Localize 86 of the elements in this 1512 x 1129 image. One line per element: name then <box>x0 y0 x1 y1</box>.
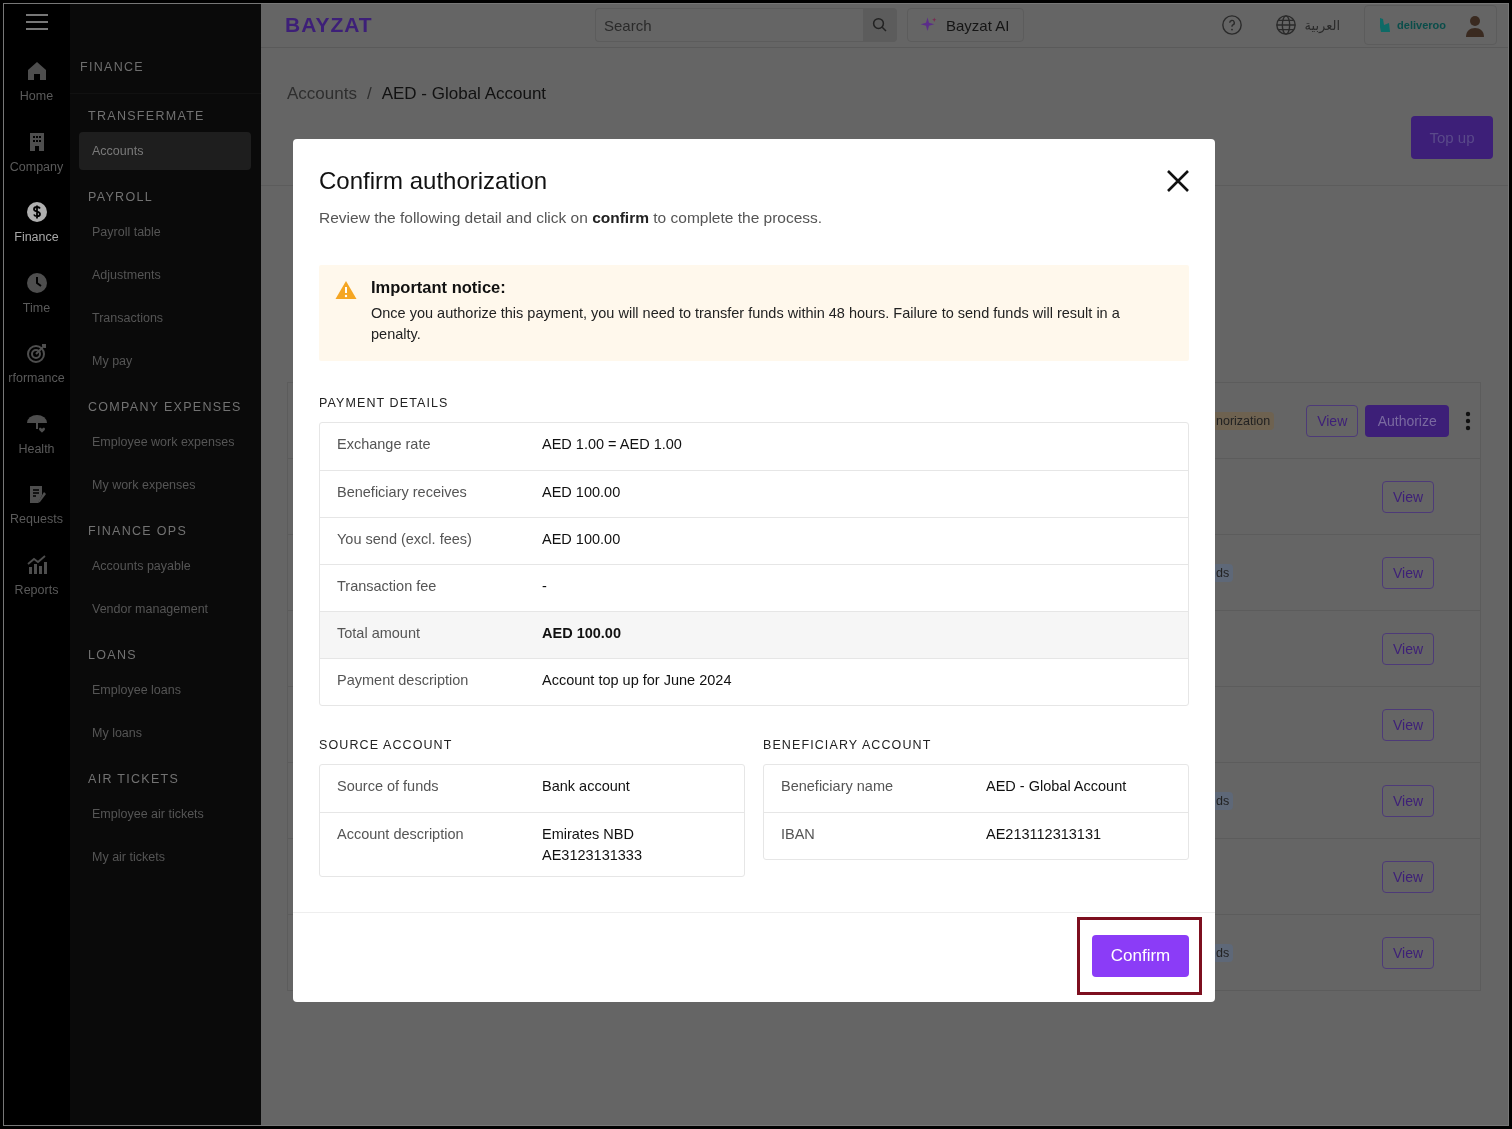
view-button[interactable]: View <box>1382 480 1434 513</box>
breadcrumb-link[interactable]: Accounts <box>287 84 357 104</box>
avatar-icon <box>1464 13 1486 37</box>
view-button[interactable]: View <box>1382 860 1434 893</box>
dialog-title: Confirm authorization <box>319 167 548 195</box>
rail-item[interactable]: rformance <box>3 341 70 412</box>
detail-label: Beneficiary name <box>781 777 895 796</box>
rail-item[interactable]: Finance <box>3 200 70 271</box>
warning-icon <box>335 280 357 300</box>
nav-item[interactable]: Vendor management <box>79 590 251 628</box>
status-chip: norization <box>1212 411 1275 430</box>
detail-label: Source of funds <box>337 777 440 796</box>
sparkle-icon <box>920 16 938 34</box>
nav-item[interactable]: Accounts payable <box>79 547 251 585</box>
rail-item[interactable]: Company <box>3 129 70 200</box>
nav-heading: AIR TICKETS <box>87 771 181 788</box>
nav-item[interactable]: My air tickets <box>79 838 251 876</box>
notice-title: Important notice: <box>371 278 507 297</box>
nav-heading: COMPANY EXPENSES <box>87 399 243 416</box>
view-button[interactable]: View <box>1382 936 1434 969</box>
rail-item[interactable]: Reports <box>3 552 70 623</box>
breadcrumb-separator: / <box>366 84 372 104</box>
dialog-subtitle: Review the following detail and click on confirm to complete the process. <box>319 209 824 227</box>
nav-item[interactable]: Employee work expenses <box>79 423 251 461</box>
company-switcher[interactable]: deliveroo <box>1364 5 1497 45</box>
rail-item[interactable]: Time <box>3 270 70 341</box>
detail-value: AED - Global Account <box>986 777 1127 796</box>
detail-value: Account top up for June 2024 <box>542 671 732 690</box>
menu-icon <box>25 13 48 31</box>
nav-heading: FINANCE OPS <box>87 523 189 540</box>
nav-title: FINANCE <box>70 3 261 94</box>
authorize-button[interactable]: Authorize <box>1365 404 1450 437</box>
nav-item[interactable]: My loans <box>79 714 251 752</box>
nav-item[interactable]: Employee air tickets <box>79 795 251 833</box>
nav-item[interactable]: My pay <box>79 342 251 380</box>
detail-label: Transaction fee <box>337 577 438 596</box>
detail-label: Account description <box>337 825 465 844</box>
section-heading: PAYMENT DETAILS <box>319 396 450 410</box>
detail-value: Bank account <box>542 777 630 796</box>
rail-item[interactable]: Health <box>3 411 70 482</box>
detail-value: AED 1.00 = AED 1.00 <box>542 435 682 454</box>
view-button[interactable]: View <box>1382 708 1434 741</box>
nav-item[interactable]: Adjustments <box>79 256 251 294</box>
detail-value: Emirates NBD AE3123131333 <box>542 825 642 865</box>
detail-value: AED 100.00 <box>542 624 621 643</box>
language-link[interactable]: العربية <box>1304 17 1341 33</box>
clock-icon <box>24 270 49 295</box>
nav-heading: TRANSFERMATE <box>87 108 206 125</box>
detail-label: IBAN <box>781 825 816 844</box>
nav-item[interactable]: My work expenses <box>79 466 251 504</box>
breadcrumb-current: AED - Global Account <box>381 84 547 104</box>
detail-value: AED 100.00 <box>542 530 621 549</box>
nav-item[interactable]: Employee loans <box>79 671 251 709</box>
target-icon <box>24 341 49 365</box>
ai-button[interactable]: Bayzat AI <box>907 8 1025 42</box>
nav-item[interactable]: Accounts <box>79 132 251 170</box>
dollar-icon <box>24 200 49 224</box>
view-button[interactable]: View <box>1382 556 1434 589</box>
notice-text: Once you authorize this payment, you will need to transfer funds within 48 hours. Failure to send funds will result in a penalty. <box>371 304 1121 344</box>
section-heading: BENEFICIARY ACCOUNT <box>763 738 933 752</box>
view-button[interactable]: View <box>1306 404 1359 437</box>
detail-label: Payment description <box>337 671 470 690</box>
detail-label: Exchange rate <box>337 435 432 454</box>
search-field[interactable]: Search <box>595 8 863 42</box>
search-icon <box>871 16 889 34</box>
section-heading: SOURCE ACCOUNT <box>319 738 454 752</box>
nav-item[interactable]: Payroll table <box>79 213 251 251</box>
detail-value: AE213112313131 <box>986 825 1102 844</box>
globe-icon <box>1274 14 1297 36</box>
view-button[interactable]: View <box>1382 784 1434 817</box>
detail-label: Beneficiary receives <box>337 483 468 502</box>
detail-label: You send (excl. fees) <box>337 530 473 549</box>
detail-value: AED 100.00 <box>542 483 621 502</box>
detail-value: - <box>542 577 547 596</box>
help-icon <box>1220 14 1243 36</box>
nav-item[interactable]: Transactions <box>79 299 251 337</box>
company-name: deliveroo <box>1397 19 1446 31</box>
close-icon <box>1166 169 1190 193</box>
nav-heading: PAYROLL <box>87 189 154 206</box>
rail-item[interactable]: Home <box>3 59 70 130</box>
nav-heading: LOANS <box>87 647 138 664</box>
confirm-button[interactable]: Confirm <box>1092 934 1189 977</box>
rail-item[interactable]: Requests <box>3 482 70 553</box>
view-button[interactable]: View <box>1382 632 1434 665</box>
detail-label: Total amount <box>337 624 422 643</box>
logo: BAYZAT <box>285 13 374 37</box>
